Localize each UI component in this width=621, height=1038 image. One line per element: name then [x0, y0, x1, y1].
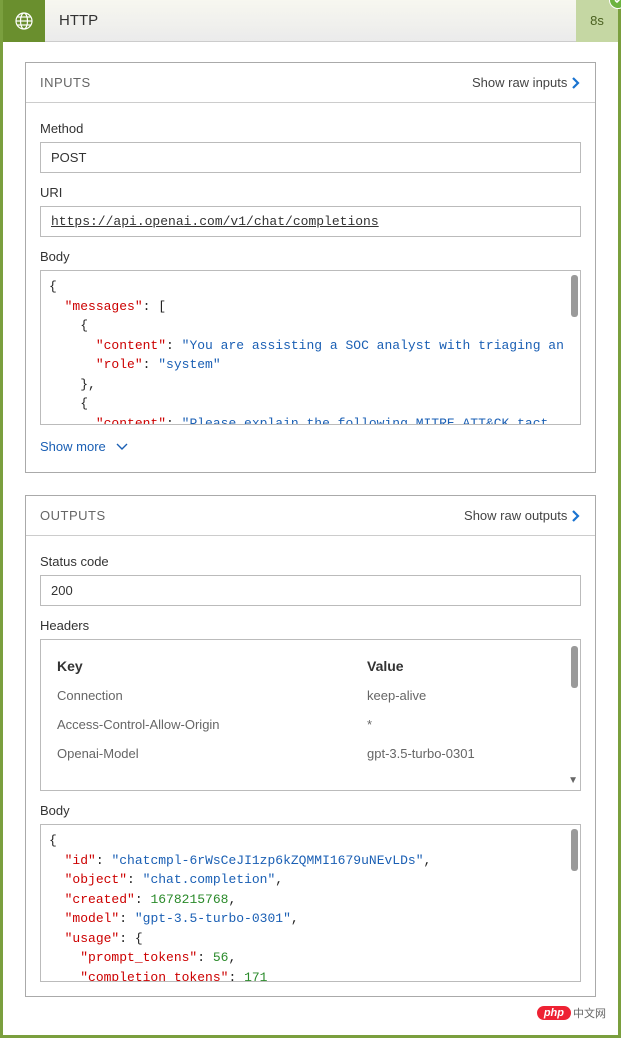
outputs-body-box[interactable]: { "id": "chatcmpl-6rWsCeJI1zp6kZQMMI1679…: [40, 824, 581, 982]
show-more-link[interactable]: Show more: [40, 425, 581, 458]
table-row: Connection keep-alive: [57, 688, 564, 703]
chevron-down-icon: [116, 443, 128, 451]
resp-id: chatcmpl-6rWsCeJI1zp6kZQMMI1679uNEvLDs: [119, 853, 415, 868]
headers-table: Key Value Connection keep-alive Access-C…: [40, 639, 581, 791]
headers-header-row: Key Value: [57, 658, 564, 674]
outputs-card: OUTPUTS Show raw outputs Status code Hea…: [25, 495, 596, 997]
outputs-header: OUTPUTS Show raw outputs: [26, 496, 595, 536]
scrollbar-vertical[interactable]: [571, 275, 578, 317]
inputs-title: INPUTS: [40, 75, 91, 90]
scroll-down-icon[interactable]: ▼: [568, 775, 578, 786]
show-raw-outputs-link[interactable]: Show raw outputs: [464, 508, 581, 523]
chevron-right-icon: [571, 76, 581, 90]
resp-completion-tokens: 171: [244, 970, 267, 983]
show-raw-outputs-label: Show raw outputs: [464, 508, 567, 523]
status-label: Status code: [40, 554, 581, 569]
header-key-0: Connection: [57, 688, 367, 703]
inputs-body-label: Body: [40, 249, 581, 264]
header-key-1: Access-Control-Allow-Origin: [57, 717, 367, 732]
action-title: HTTP: [45, 12, 576, 29]
uri-input[interactable]: [40, 206, 581, 237]
show-raw-inputs-link[interactable]: Show raw inputs: [472, 75, 581, 90]
resp-model: gpt-3.5-turbo-0301: [143, 911, 283, 926]
header-val-1: *: [367, 717, 372, 732]
action-body: INPUTS Show raw inputs Method URI Body {…: [3, 42, 618, 1035]
show-raw-inputs-label: Show raw inputs: [472, 75, 567, 90]
method-input[interactable]: [40, 142, 581, 173]
inputs-header: INPUTS Show raw inputs: [26, 63, 595, 103]
action-header[interactable]: HTTP 8s: [3, 0, 618, 42]
scrollbar-vertical[interactable]: [571, 646, 578, 688]
http-action-container: HTTP 8s INPUTS Show raw inputs Method UR…: [0, 0, 621, 1038]
resp-prompt-tokens: 56: [213, 950, 229, 965]
inputs-body-box[interactable]: { "messages": [ { "content": "You are as…: [40, 270, 581, 425]
msg0-content: You are assisting a SOC analyst with tri…: [189, 338, 563, 353]
method-label: Method: [40, 121, 581, 136]
headers-label: Headers: [40, 618, 581, 633]
resp-created: 1678215768: [150, 892, 228, 907]
uri-label: URI: [40, 185, 581, 200]
watermark: php 中文网: [537, 1005, 606, 1021]
http-icon: [3, 0, 45, 42]
msg0-role: system: [166, 357, 213, 372]
scrollbar-vertical[interactable]: [571, 829, 578, 871]
outputs-body-code: { "id": "chatcmpl-6rWsCeJI1zp6kZQMMI1679…: [41, 825, 580, 982]
headers-col-key: Key: [57, 658, 367, 674]
status-code-input[interactable]: [40, 575, 581, 606]
table-row: Openai-Model gpt-3.5-turbo-0301: [57, 746, 564, 761]
table-row: Access-Control-Allow-Origin *: [57, 717, 564, 732]
header-key-2: Openai-Model: [57, 746, 367, 761]
header-val-0: keep-alive: [367, 688, 426, 703]
outputs-title: OUTPUTS: [40, 508, 106, 523]
resp-object: chat.completion: [150, 872, 267, 887]
inputs-body-code: { "messages": [ { "content": "You are as…: [41, 271, 580, 425]
msg1-content: Please explain the following MITRE ATT&C…: [189, 416, 548, 426]
watermark-badge: php: [537, 1006, 571, 1020]
chevron-right-icon: [571, 509, 581, 523]
watermark-text: 中文网: [573, 1005, 606, 1021]
outputs-body-label: Body: [40, 803, 581, 818]
show-more-label: Show more: [40, 439, 106, 454]
header-val-2: gpt-3.5-turbo-0301: [367, 746, 475, 761]
inputs-card: INPUTS Show raw inputs Method URI Body {…: [25, 62, 596, 473]
headers-col-value: Value: [367, 658, 404, 674]
